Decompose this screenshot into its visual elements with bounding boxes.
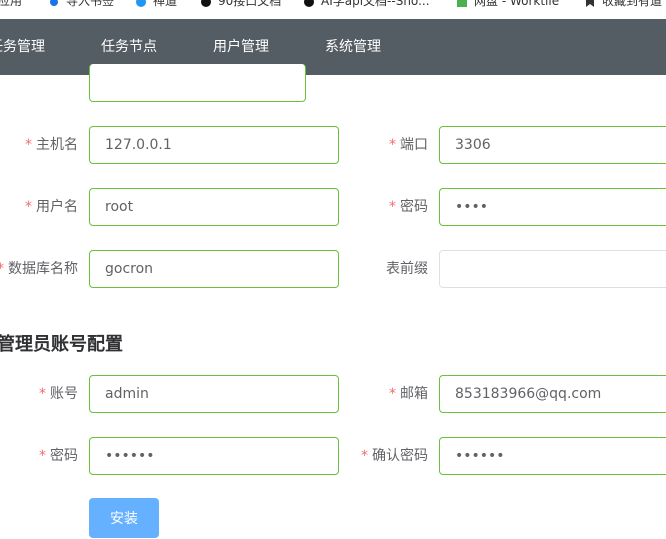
bookmark-chandao[interactable]: 禅道 (135, 0, 177, 9)
doc-icon (201, 0, 211, 7)
bookmark-icon (586, 0, 594, 7)
bookmark-youdao[interactable]: 收藏到有道 (584, 0, 662, 9)
db-password-label: * 密码 (389, 199, 428, 215)
install-button[interactable]: 安装 (89, 498, 159, 538)
admin-account-label: * 账号 (39, 386, 78, 402)
bookmark-90-api-doc[interactable]: 90接口文档 (200, 0, 281, 9)
host-label: * 主机名 (25, 137, 78, 153)
admin-confirm-password-label: * 确认密码 (361, 448, 428, 464)
bookmark-import[interactable]: 导入书签 (48, 0, 114, 9)
port-label: * 端口 (389, 137, 428, 153)
bookmark-worktile[interactable]: 网盘 - Worktile (456, 0, 559, 9)
nav-task-management[interactable]: 任务管理 (0, 19, 45, 75)
admin-confirm-password-input[interactable] (439, 437, 666, 475)
port-input[interactable] (439, 126, 666, 164)
bookmarks-bar: 应用 导入书签 禅道 90接口文档 AI学api文档--Sho... 网盘 - … (0, 0, 666, 11)
bookmark-apps[interactable]: 应用 (0, 0, 22, 9)
bookmark-ai-api-doc[interactable]: AI学api文档--Sho... (303, 0, 430, 9)
admin-email-input[interactable] (439, 375, 666, 413)
admin-password-input[interactable] (89, 437, 339, 475)
db-name-label: *数据库名称 (0, 261, 78, 277)
worktile-icon (457, 0, 467, 7)
db-password-input[interactable] (439, 188, 666, 226)
db-username-input[interactable] (89, 188, 339, 226)
partial-db-type-select[interactable] (89, 64, 306, 102)
host-input[interactable] (89, 126, 339, 164)
admin-section-title: 管理员账号配置 (0, 334, 123, 355)
table-prefix-label: 表前缀 (386, 261, 428, 277)
admin-account-input[interactable] (89, 375, 339, 413)
db-username-label: * 用户名 (25, 199, 78, 215)
doc-icon (304, 0, 314, 7)
gear-icon (50, 0, 58, 6)
admin-password-label: * 密码 (39, 448, 78, 464)
table-prefix-input[interactable] (439, 250, 666, 288)
chandao-icon (136, 0, 146, 7)
db-name-input[interactable] (89, 250, 339, 288)
nav-system-management[interactable]: 系统管理 (325, 19, 381, 75)
admin-email-label: * 邮箱 (389, 386, 428, 402)
